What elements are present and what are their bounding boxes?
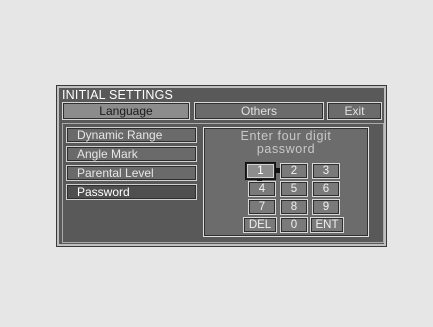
tab-bar: Language Others Exit <box>62 102 383 120</box>
tab-others[interactable]: Others <box>194 102 324 120</box>
settings-content: Dynamic Range Angle Mark Parental Level … <box>62 123 384 243</box>
key-4[interactable]: 4 <box>248 181 276 197</box>
key-8[interactable]: 8 <box>280 199 308 215</box>
key-9[interactable]: 9 <box>312 199 340 215</box>
key-enter[interactable]: ENT <box>310 217 344 233</box>
initial-settings-window: INITIAL SETTINGS Language Others Exit Dy… <box>56 85 387 247</box>
key-0[interactable]: 0 <box>280 217 308 233</box>
key-delete[interactable]: DEL <box>243 217 277 233</box>
password-panel: Enter four digit password 1 2 3 4 5 6 7 … <box>203 127 369 237</box>
menu-item-parental-level[interactable]: Parental Level <box>66 165 197 181</box>
numeric-keypad: 1 2 3 4 5 6 7 8 9 DEL 0 ENT <box>243 163 344 233</box>
menu-item-password[interactable]: Password <box>66 184 197 200</box>
menu-item-angle-mark[interactable]: Angle Mark <box>66 146 197 162</box>
menu-item-dynamic-range[interactable]: Dynamic Range <box>66 127 197 143</box>
key-2[interactable]: 2 <box>280 163 308 179</box>
password-prompt-line2: password <box>256 142 316 156</box>
key-7[interactable]: 7 <box>248 199 276 215</box>
tab-language[interactable]: Language <box>62 102 190 120</box>
tab-exit[interactable]: Exit <box>327 102 382 120</box>
window-title: INITIAL SETTINGS <box>62 88 174 102</box>
key-6[interactable]: 6 <box>312 181 340 197</box>
key-1[interactable]: 1 <box>246 163 275 179</box>
key-3[interactable]: 3 <box>312 163 340 179</box>
settings-menu: Dynamic Range Angle Mark Parental Level … <box>66 127 197 203</box>
key-5[interactable]: 5 <box>280 181 308 197</box>
password-prompt: Enter four digit password <box>204 130 368 156</box>
